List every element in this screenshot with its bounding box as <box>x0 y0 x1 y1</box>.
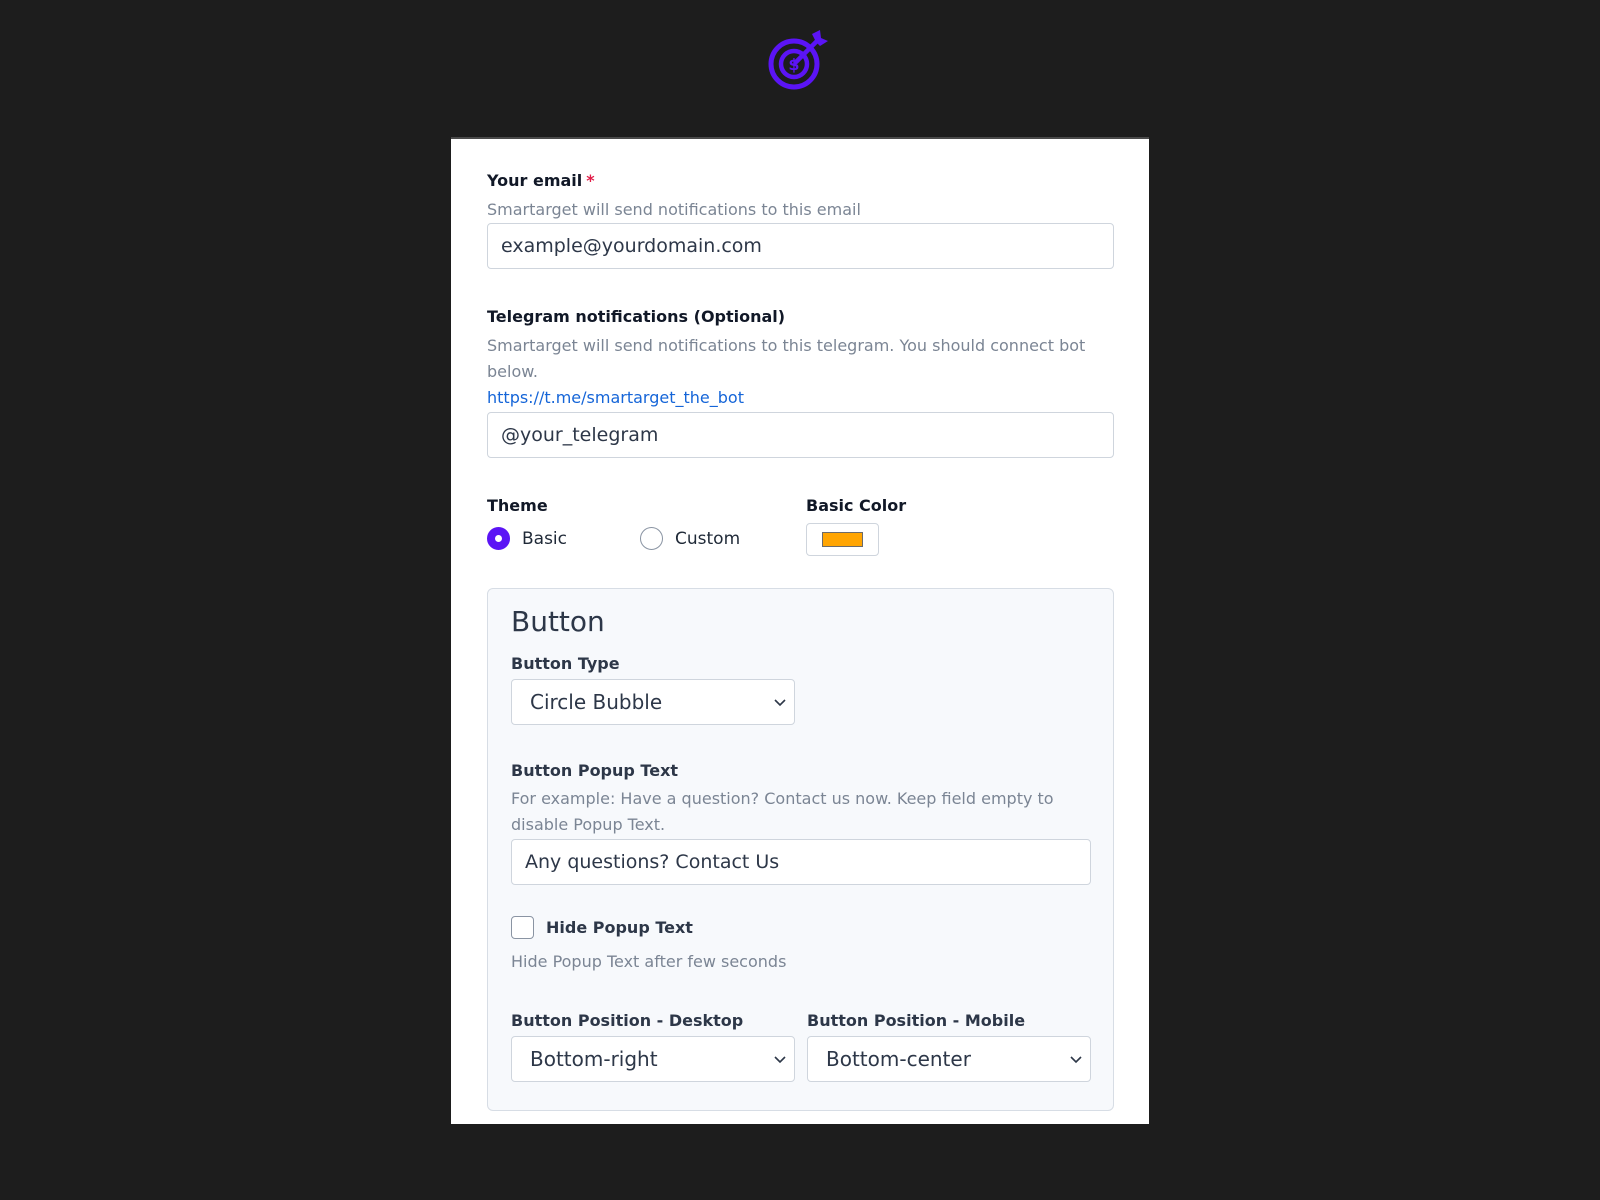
desktop-position-value: Bottom-right <box>530 1047 658 1071</box>
desktop-position-group: Button Position - Desktop Bottom-right <box>511 1011 795 1082</box>
required-mark: * <box>586 171 595 190</box>
button-type-select[interactable]: Circle Bubble <box>511 679 795 725</box>
button-type-value: Circle Bubble <box>530 690 663 714</box>
desktop-position-label: Button Position - Desktop <box>511 1011 744 1030</box>
telegram-help: Smartarget will send notifications to th… <box>487 336 1086 381</box>
theme-radio-basic[interactable]: Basic <box>487 527 640 550</box>
button-settings-panel: Button Button Type Circle Bubble Button … <box>487 588 1114 1111</box>
mobile-position-label: Button Position - Mobile <box>807 1011 1026 1030</box>
theme-label: Theme <box>487 496 548 515</box>
hide-popup-checkbox[interactable] <box>511 916 534 939</box>
hide-popup-label: Hide Popup Text <box>546 917 693 937</box>
basic-color-label: Basic Color <box>806 496 907 515</box>
hide-popup-help: Hide Popup Text after few seconds <box>511 952 787 971</box>
basic-color-group: Basic Color <box>806 496 906 556</box>
smartarget-logo-icon: $ <box>768 30 828 90</box>
popup-text-field[interactable]: Any questions? Contact Us <box>511 839 1091 885</box>
telegram-label: Telegram notifications (Optional) <box>487 307 786 326</box>
chevron-down-icon <box>774 699 786 707</box>
theme-row: Theme Basic Custom Basic Color <box>487 496 1114 556</box>
email-label: Your email * <box>487 171 595 190</box>
theme-radio-custom[interactable]: Custom <box>640 527 793 550</box>
panel-title: Button <box>511 605 605 638</box>
button-type-label: Button Type <box>511 654 620 673</box>
mobile-position-select[interactable]: Bottom-center <box>807 1036 1091 1082</box>
popup-text-label: Button Popup Text <box>511 761 679 780</box>
desktop-position-select[interactable]: Bottom-right <box>511 1036 795 1082</box>
theme-radio-group: Basic Custom <box>487 527 806 550</box>
radio-checked-icon[interactable] <box>487 527 510 550</box>
mobile-position-value: Bottom-center <box>826 1047 971 1071</box>
chevron-down-icon <box>774 1056 786 1064</box>
email-help: Smartarget will send notifications to th… <box>487 200 861 219</box>
mobile-position-group: Button Position - Mobile Bottom-center <box>807 1011 1091 1082</box>
radio-unchecked-icon[interactable] <box>640 527 663 550</box>
color-picker-button[interactable] <box>806 523 879 556</box>
telegram-field[interactable]: @your_telegram <box>487 412 1114 458</box>
settings-card: Your email * Smartarget will send notific… <box>451 137 1149 1124</box>
telegram-bot-link[interactable]: https://t.me/smartarget_the_bot <box>487 385 744 411</box>
radio-label-custom: Custom <box>675 528 741 549</box>
color-swatch <box>822 532 863 547</box>
radio-label-basic: Basic <box>522 528 568 549</box>
position-row: Button Position - Desktop Bottom-right B… <box>511 1011 1091 1082</box>
popup-text-help: For example: Have a question? Contact us… <box>511 789 1054 834</box>
chevron-down-icon <box>1070 1056 1082 1064</box>
hide-popup-row[interactable]: Hide Popup Text <box>511 916 1091 939</box>
theme-group: Theme Basic Custom <box>487 496 806 556</box>
email-field[interactable]: example@yourdomain.com <box>487 223 1114 269</box>
